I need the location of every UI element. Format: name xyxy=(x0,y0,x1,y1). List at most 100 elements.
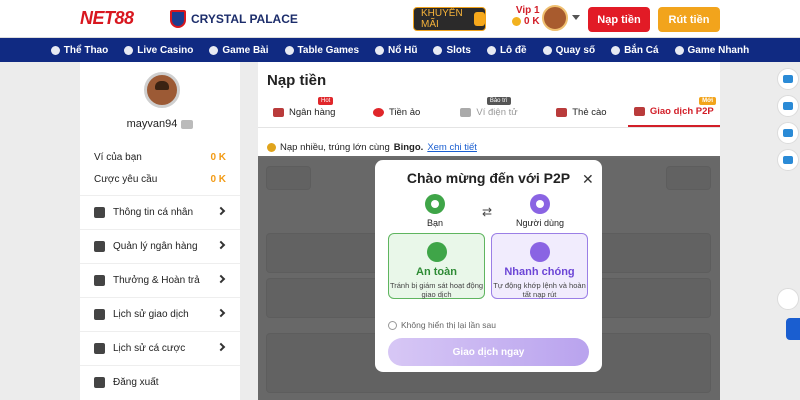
account-summary[interactable]: Vip 1 0 K xyxy=(512,5,540,27)
brand-logo[interactable]: NET88 xyxy=(80,8,134,29)
nav-item-the-thao[interactable]: Thể Thao xyxy=(43,45,116,56)
bet-history-icon xyxy=(94,343,105,354)
nav-label: Thể Thao xyxy=(63,44,109,56)
nav-item-quay-so[interactable]: Quay số xyxy=(535,45,603,56)
avatar[interactable] xyxy=(542,5,568,31)
partner-name: CRYSTAL PALACE xyxy=(191,12,298,26)
scroll-top-icon[interactable] xyxy=(777,288,799,310)
tab-label: Ví điện tử xyxy=(476,107,518,118)
gift-icon xyxy=(474,12,485,26)
tab-label: Giao dịch P2P xyxy=(649,106,714,117)
checkbox-label: Không hiển thị lại lần sau xyxy=(401,320,496,330)
side-tab-icon[interactable] xyxy=(786,318,800,340)
lightning-icon xyxy=(529,242,550,262)
chevron-right-icon xyxy=(216,308,226,318)
nav-item-ban-ca[interactable]: Bắn Cá xyxy=(603,45,666,56)
gift-icon xyxy=(94,275,105,286)
trade-now-button[interactable]: Giao dịch ngay xyxy=(388,338,589,366)
sidebar-item-transaction-history[interactable]: Lịch sử giao dịch xyxy=(80,297,240,331)
nav-item-slots[interactable]: Slots xyxy=(425,45,478,56)
user-green-icon xyxy=(425,194,445,214)
tab-label: Tiền ảo xyxy=(388,107,421,118)
feature-card-fast: Nhanh chóng Tự động khớp lệnh và hoàn tấ… xyxy=(491,233,588,299)
tab-p2p[interactable]: Giao dịch P2P Mới xyxy=(627,97,721,127)
promotion-label: KHUYẾN MÃI xyxy=(421,8,463,30)
nav-label: Lô đề xyxy=(499,44,527,56)
sidebar-item-logout[interactable]: Đăng xuất xyxy=(80,365,240,399)
feature-title: An toàn xyxy=(416,266,457,278)
logout-icon xyxy=(94,377,105,388)
close-icon[interactable]: ✕ xyxy=(582,171,594,188)
banner-brand: Bingo. xyxy=(393,142,424,153)
new-badge: Mới xyxy=(699,97,717,105)
nav-item-lo-de[interactable]: Lô đề xyxy=(479,45,535,56)
chevron-right-icon xyxy=(216,274,226,284)
tab-scratch-card[interactable]: Thẻ cào xyxy=(535,98,627,127)
tab-bank[interactable]: Ngân hàng Hot xyxy=(258,97,350,127)
messenger-icon[interactable] xyxy=(777,95,799,117)
nav-item-live-casino[interactable]: Live Casino xyxy=(116,45,201,56)
balance-value: 0 K xyxy=(524,16,540,27)
fish-icon xyxy=(611,45,621,55)
nav-label: Table Games xyxy=(297,44,360,56)
dice-icon xyxy=(542,45,552,55)
tab-ewallet[interactable]: Ví điện tử Bảo trì xyxy=(443,97,535,127)
partner-logo: CRYSTAL PALACE xyxy=(170,10,298,28)
chat-icon[interactable] xyxy=(777,68,799,90)
party-you-label: Bạn xyxy=(426,218,443,228)
vip-level: Vip 1 xyxy=(515,5,540,16)
casino-icon xyxy=(124,45,134,55)
nav-item-game-nhanh[interactable]: Game Nhanh xyxy=(667,45,758,56)
telegram-icon[interactable] xyxy=(777,122,799,144)
checkbox[interactable] xyxy=(388,320,397,330)
page-title: Nạp tiền xyxy=(267,72,327,89)
dont-show-again[interactable]: Không hiển thị lại lần sau xyxy=(388,320,496,330)
withdraw-button[interactable]: Rút tiền xyxy=(658,7,720,32)
sidebar-item-label: Đăng xuất xyxy=(113,377,159,388)
nav-item-table-games[interactable]: Table Games xyxy=(277,45,368,56)
maintenance-badge: Bảo trì xyxy=(486,97,511,105)
sidebar-item-bank[interactable]: Quản lý ngân hàng xyxy=(80,229,240,263)
nav-label: Nổ Hũ xyxy=(388,44,418,56)
p2p-icon xyxy=(633,107,645,116)
history-icon xyxy=(94,309,105,320)
nav-item-no-hu[interactable]: Nổ Hũ xyxy=(367,45,425,56)
deposit-button[interactable]: Nạp tiền xyxy=(588,7,650,32)
card-icon xyxy=(556,108,568,117)
tab-label: Ngân hàng xyxy=(288,107,336,118)
sidebar-item-personal-info[interactable]: Thông tin cá nhân xyxy=(80,195,240,229)
sidebar-item-label: Lịch sử cá cược xyxy=(113,343,186,354)
tab-label: Thẻ cào xyxy=(572,107,607,118)
wallet-row: Ví của bạn 0 K xyxy=(94,152,226,163)
feature-title: Nhanh chóng xyxy=(504,266,575,278)
account-sidebar: mayvan94 Ví của bạn 0 K Cược yêu cầu 0 K… xyxy=(80,62,240,400)
user-purple-icon xyxy=(530,194,550,214)
banner-link[interactable]: Xem chi tiết xyxy=(427,142,477,153)
balance-display: 0 K xyxy=(512,16,540,27)
p2p-welcome-modal: Chào mừng đến với P2P ✕ Bạn ⇄ Người dùng… xyxy=(375,160,602,372)
nav-label: Live Casino xyxy=(137,44,194,56)
username: mayvan94 xyxy=(80,118,240,130)
tab-crypto[interactable]: Tiền ảo xyxy=(350,98,442,127)
sidebar-item-rewards[interactable]: Thưởng & Hoàn trả xyxy=(80,263,240,297)
bingo-icon xyxy=(267,143,276,152)
chevron-down-icon[interactable] xyxy=(572,15,580,20)
promo-banner: Nạp nhiều, trúng lớn cùng Bingo. Xem chi… xyxy=(267,142,477,153)
party-you: Bạn xyxy=(400,194,470,228)
bet-requirement-value: 0 K xyxy=(210,174,226,185)
bank-icon xyxy=(272,108,284,117)
sidebar-item-label: Thông tin cá nhân xyxy=(113,207,194,218)
hot-badge: Hot xyxy=(318,97,334,105)
crypto-icon xyxy=(372,108,384,117)
rocket-icon xyxy=(674,45,684,55)
feature-desc: Tránh bị giám sát hoạt động giao dịch xyxy=(389,281,484,299)
wallet-label: Ví của bạn xyxy=(94,152,142,163)
profile-avatar[interactable] xyxy=(144,72,180,108)
sidebar-item-bet-history[interactable]: Lịch sử cá cược xyxy=(80,331,240,365)
promotion-button[interactable]: KHUYẾN MÃI xyxy=(413,7,486,31)
jackpot-icon xyxy=(375,45,385,55)
lottery-icon xyxy=(486,45,496,55)
support-icon[interactable] xyxy=(777,149,799,171)
nav-item-game-bai[interactable]: Game Bài xyxy=(201,45,276,56)
feature-desc: Tự động khớp lệnh và hoàn tất nạp rút xyxy=(493,281,586,299)
